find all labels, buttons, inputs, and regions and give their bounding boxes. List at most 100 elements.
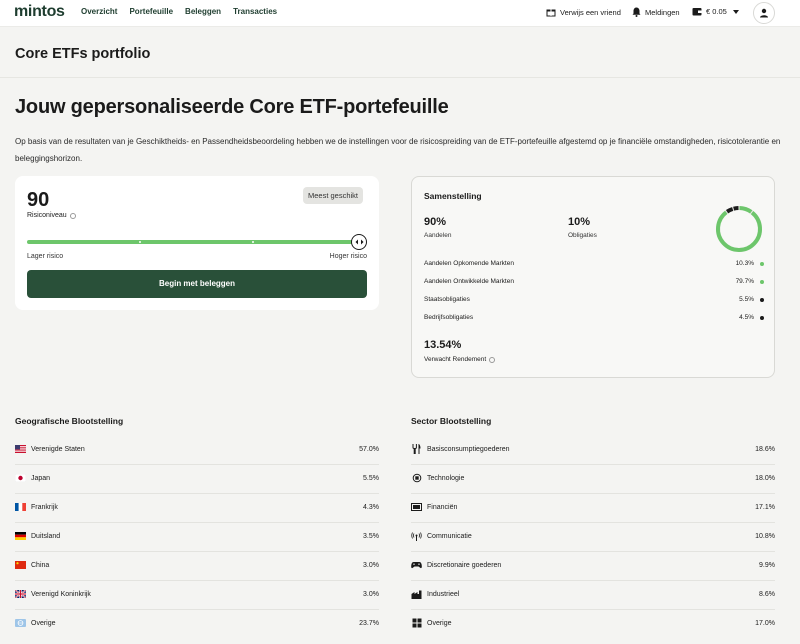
risk-slider-track[interactable] (27, 240, 353, 244)
sector-exposure-list: Basisconsumptiegoederen 18.6% Technologi… (411, 436, 775, 639)
portfolio-heading: Jouw gepersonaliseerde Core ETF-portefeu… (15, 96, 449, 118)
chip-icon (411, 473, 422, 483)
cutlery-icon (411, 444, 422, 454)
expected-return-label: Verwacht Rendement (424, 356, 496, 363)
allocation-donut-chart (716, 206, 762, 252)
slider-tick (139, 241, 141, 243)
user-avatar[interactable] (753, 2, 775, 24)
risk-level-label: Risiconiveau (27, 212, 76, 219)
notifications-link[interactable]: Meldingen (632, 7, 680, 17)
legend-dot (760, 316, 764, 320)
sector-percentage: 9.9% (759, 562, 775, 569)
list-item: Overige 23.7% (15, 610, 379, 639)
list-item: Financiën 17.1% (411, 494, 775, 523)
country-percentage: 5.5% (363, 475, 379, 482)
composition-row-name: Staatsobligaties (424, 296, 470, 303)
nav-link-transacties[interactable]: Transacties (233, 7, 277, 16)
country-name: Verenigd Koninkrijk (31, 591, 91, 598)
info-icon[interactable] (489, 356, 496, 363)
legend-dot (760, 298, 764, 302)
list-item: China 3.0% (15, 552, 379, 581)
composition-row-name: Aandelen Opkomende Markten (424, 260, 514, 267)
list-item: Communicatie 10.8% (411, 523, 775, 552)
legend-dot (760, 280, 764, 284)
composition-row: Bedrijfsobligaties 4.5% (424, 314, 764, 324)
composition-row-value: 5.5% (739, 296, 754, 303)
sector-name: Technologie (427, 475, 465, 482)
sector-percentage: 17.0% (755, 620, 775, 627)
expected-return-value: 13.54% (424, 339, 462, 351)
sector-percentage: 10.8% (755, 533, 775, 540)
bell-icon (632, 7, 641, 17)
sector-exposure-title: Sector Blootstelling (411, 416, 492, 426)
balance-dropdown[interactable]: € 0.05 (692, 7, 743, 16)
sector-name: Industrieel (427, 591, 460, 598)
donut-segment-2 (725, 207, 734, 214)
risk-level-value: 90 (27, 189, 50, 211)
list-item: Verenigde Staten 57.0% (15, 436, 379, 465)
globe-icon (15, 619, 26, 627)
bonds-label: Obligaties (568, 232, 597, 239)
risk-level-card: 90 Risiconiveau Meest geschikt Lager ris… (15, 176, 379, 310)
banknote-icon (411, 503, 422, 511)
germany-flag-icon (15, 532, 26, 540)
sector-name: Communicatie (427, 533, 472, 540)
refer-friend-link[interactable]: Verwijs een vriend (546, 7, 621, 17)
sector-percentage: 17.1% (755, 504, 775, 511)
list-item: Technologie 18.0% (411, 465, 775, 494)
nav-link-overzicht[interactable]: Overzicht (81, 7, 117, 16)
composition-row-value: 79.7% (735, 278, 754, 285)
main-nav: Overzicht Portefeuille Beleggen Transact… (81, 7, 289, 16)
equity-label: Aandelen (424, 232, 452, 239)
start-investing-button[interactable]: Begin met beleggen (27, 270, 367, 298)
list-item: Frankrijk 4.3% (15, 494, 379, 523)
equity-percentage: 90% (424, 216, 447, 228)
composition-row-name: Bedrijfsobligaties (424, 314, 474, 321)
nav-link-portefeuille[interactable]: Portefeuille (129, 7, 173, 16)
arrows-horizontal-icon (355, 239, 363, 245)
country-percentage: 23.7% (359, 620, 379, 627)
composition-card: Samenstelling 90% Aandelen 10% Obligatie… (411, 176, 775, 378)
info-icon[interactable] (69, 212, 76, 219)
legend-dot (760, 262, 764, 266)
page-title: Core ETFs portfolio (15, 46, 151, 62)
factory-icon (411, 590, 422, 599)
sector-percentage: 18.6% (755, 446, 775, 453)
list-item: Duitsland 3.5% (15, 523, 379, 552)
sector-name: Discretionaire goederen (427, 562, 502, 569)
most-suitable-badge: Meest geschikt (303, 187, 364, 204)
list-item: Discretionaire goederen 9.9% (411, 552, 775, 581)
risk-level-label-text: Risiconiveau (27, 212, 67, 219)
list-item: Verenigd Koninkrijk 3.0% (15, 581, 379, 610)
country-name: Japan (31, 475, 51, 482)
sector-name: Overige (427, 620, 452, 627)
mintos-logo[interactable]: mintos (14, 3, 65, 21)
country-name: Overige (31, 620, 56, 627)
country-percentage: 4.3% (363, 504, 379, 511)
us-flag-icon (15, 445, 26, 453)
sector-name: Basisconsumptiegoederen (427, 446, 510, 453)
nav-link-beleggen[interactable]: Beleggen (185, 7, 221, 16)
donut-segment-3 (733, 206, 739, 211)
country-name: Frankrijk (31, 504, 58, 511)
country-percentage: 3.0% (363, 591, 379, 598)
geographic-exposure-title: Geografische Blootstelling (15, 416, 124, 426)
sector-name: Financiën (427, 504, 458, 511)
uk-flag-icon (15, 590, 26, 598)
donut-segment-1 (716, 210, 762, 252)
sector-percentage: 8.6% (759, 591, 775, 598)
notifications-label: Meldingen (645, 7, 680, 17)
country-percentage: 3.0% (363, 562, 379, 569)
geographic-exposure-list: Verenigde Staten 57.0% Japan 5.5% Frankr… (15, 436, 379, 639)
composition-row-value: 4.5% (739, 314, 754, 321)
country-name: China (31, 562, 50, 569)
japan-flag-icon (15, 474, 26, 482)
gift-icon (546, 9, 556, 17)
sector-percentage: 18.0% (755, 475, 775, 482)
country-percentage: 3.5% (363, 533, 379, 540)
wallet-icon (692, 8, 702, 16)
risk-slider-handle[interactable] (351, 234, 367, 250)
header-divider (0, 77, 800, 78)
grid-icon (411, 618, 422, 628)
list-item: Overige 17.0% (411, 610, 775, 639)
